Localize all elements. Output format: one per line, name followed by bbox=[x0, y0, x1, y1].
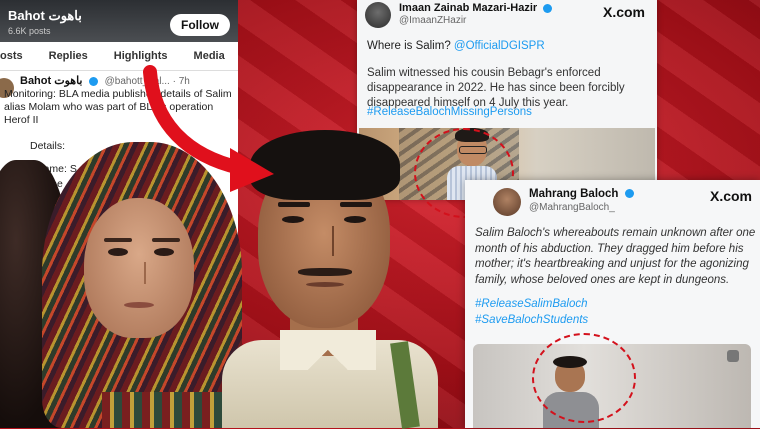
verified-badge-icon bbox=[88, 76, 98, 86]
hashtag-link[interactable]: #SaveBalochStudents bbox=[475, 314, 588, 326]
red-arrow-icon bbox=[143, 65, 274, 192]
avatar[interactable] bbox=[365, 2, 391, 28]
hashtag-link[interactable]: #ReleaseSalimBaloch bbox=[475, 298, 588, 310]
follow-button[interactable]: Follow bbox=[170, 14, 230, 36]
media-badge-icon bbox=[727, 350, 739, 362]
tweet-question: Where is Salim? @OfficialDGISPR bbox=[367, 40, 545, 52]
author-handle: @MahrangBaloch_ bbox=[529, 202, 615, 213]
mention-link[interactable]: @OfficialDGISPR bbox=[454, 40, 545, 52]
x-logo-icon: X.com bbox=[709, 188, 752, 204]
profile-header: Bahot باھوت 6.6K posts Follow bbox=[0, 0, 238, 42]
author-name[interactable]: Imaan Zainab Mazari-Hazir bbox=[399, 2, 553, 14]
profile-name: Bahot باھوت bbox=[8, 8, 82, 23]
author-handle: @ImaanZHazir bbox=[399, 15, 467, 26]
tab-posts[interactable]: osts bbox=[0, 50, 23, 70]
x-logo-icon: X.com bbox=[602, 4, 645, 20]
dashed-highlight-circle bbox=[532, 333, 636, 423]
avatar[interactable] bbox=[493, 188, 521, 216]
verified-badge-icon bbox=[624, 189, 634, 199]
author-name[interactable]: Bahot باھوت bbox=[20, 75, 83, 87]
tweet-text: Salim witnessed his cousin Bebagr's enfo… bbox=[367, 67, 625, 109]
author-name[interactable]: Mahrang Baloch bbox=[529, 188, 634, 200]
hashtag-link[interactable]: #ReleaseBalochMissingPersons bbox=[367, 106, 532, 118]
tweet-text: Salim Baloch's whereabouts remain unknow… bbox=[475, 227, 756, 286]
verified-badge-icon bbox=[543, 3, 553, 13]
tab-replies[interactable]: Replies bbox=[45, 50, 88, 70]
question-text: Where is Salim? bbox=[367, 40, 451, 52]
profile-post-count: 6.6K posts bbox=[8, 26, 51, 36]
